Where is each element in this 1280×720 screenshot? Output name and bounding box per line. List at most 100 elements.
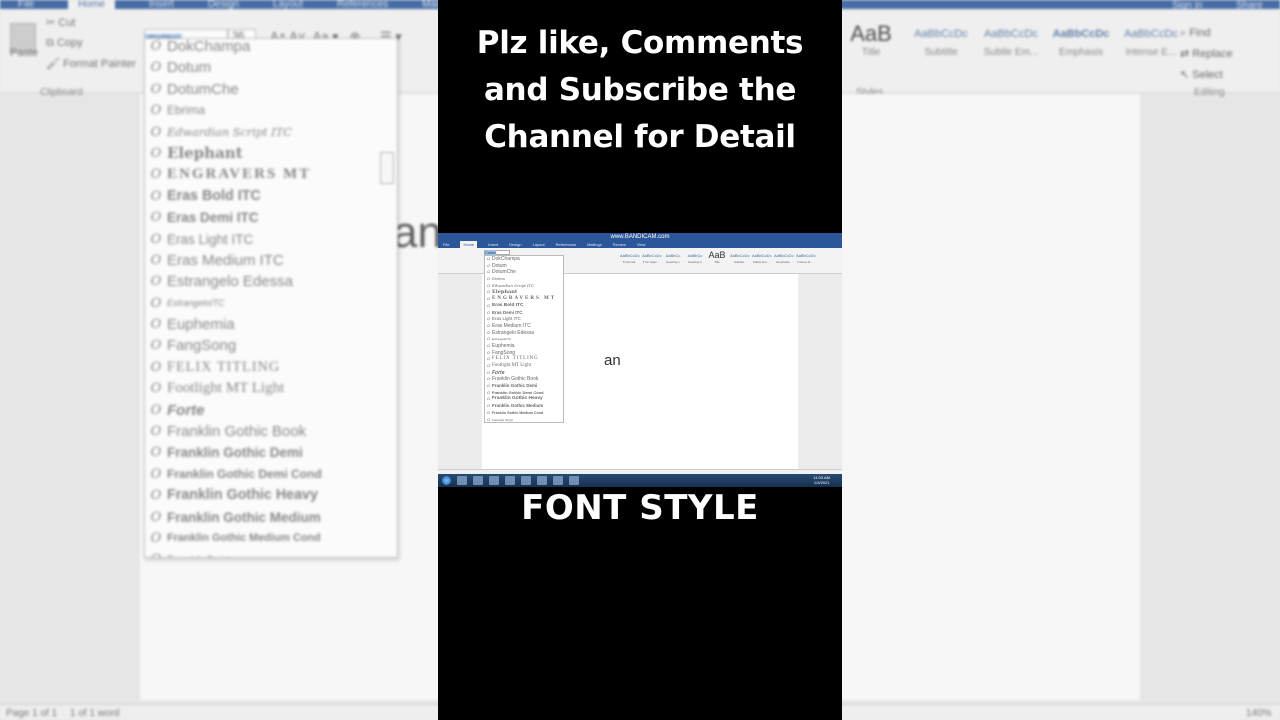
tab-design[interactable]: Design bbox=[208, 0, 239, 10]
share-button[interactable]: Share bbox=[1236, 0, 1263, 11]
mini-font-list-item[interactable]: O DotumChe bbox=[485, 269, 563, 276]
mini-tab-review[interactable]: Review bbox=[613, 241, 626, 248]
mini-style[interactable]: AaBbCc Heading 2 bbox=[686, 251, 704, 264]
font-list-item[interactable]: O Edwardian Script ITC bbox=[145, 122, 397, 143]
font-list-item[interactable]: O Eras Demi ITC bbox=[145, 207, 397, 228]
font-list-item[interactable]: O Eras Medium ITC bbox=[145, 250, 397, 271]
start-orb-icon[interactable] bbox=[442, 476, 451, 485]
font-list-item[interactable]: O Eras Light ITC bbox=[145, 229, 397, 250]
mini-tab-view[interactable]: View bbox=[637, 241, 646, 248]
font-list-item[interactable]: O FELIX TITLING bbox=[145, 357, 397, 378]
word-icon[interactable] bbox=[569, 476, 579, 485]
mini-style[interactable]: AaBbCcDc ¶ Normal bbox=[620, 251, 640, 264]
font-list-item[interactable]: O Ebrima bbox=[145, 100, 397, 121]
tab-insert[interactable]: Insert bbox=[149, 0, 174, 10]
select-button[interactable]: ↖ Select bbox=[1180, 65, 1233, 86]
sign-in-link[interactable]: Sign in bbox=[1172, 0, 1203, 11]
mini-style[interactable]: AaBbCcDc Subtle Em... bbox=[752, 251, 772, 264]
font-list-item[interactable]: O Franklin Gothic Demi bbox=[145, 442, 397, 463]
media-icon[interactable] bbox=[489, 476, 499, 485]
font-list-item[interactable]: O Elephant bbox=[145, 143, 397, 164]
font-list-item[interactable]: O Forte bbox=[145, 400, 397, 421]
mini-style[interactable]: AaBbCcDc ¶ No Spac... bbox=[642, 251, 662, 264]
app-icon[interactable] bbox=[521, 476, 531, 485]
app-icon[interactable] bbox=[553, 476, 563, 485]
mini-font-list-item[interactable]: O Freestyle Script bbox=[485, 417, 563, 423]
mini-font-list-item[interactable]: O Franklin Gothic Heavy bbox=[485, 396, 563, 403]
mini-font-list-item[interactable]: O Forte bbox=[485, 370, 563, 377]
font-list-item[interactable]: O DokChampa bbox=[145, 39, 397, 57]
style-subtitle[interactable]: AaBbCcDc Subtitle bbox=[912, 19, 970, 58]
style-intense-emphasis[interactable]: AaBbCcDc Intense E... bbox=[1122, 19, 1180, 58]
mini-style[interactable]: AaBbCcDc Subtitle bbox=[730, 251, 750, 264]
mini-font-list-item[interactable]: O Dotum bbox=[485, 263, 563, 270]
font-list-item[interactable]: O Footlight MT Light bbox=[145, 378, 397, 399]
mini-font-list-item[interactable]: O Franklin Gothic Book bbox=[485, 376, 563, 383]
font-list-item[interactable]: O Franklin Gothic Book bbox=[145, 421, 397, 442]
font-list-item[interactable]: O ENGRAVERS MT bbox=[145, 164, 397, 185]
tab-file[interactable]: File bbox=[18, 0, 34, 10]
mini-font-list-item[interactable]: O Franklin Gothic Medium Cond bbox=[485, 410, 563, 417]
mini-font-list-item[interactable]: O Edwardian Script ITC bbox=[485, 283, 563, 290]
format-painter-button[interactable]: 🖌 Format Painter bbox=[46, 57, 136, 70]
font-list-item[interactable]: O Franklin Gothic Heavy bbox=[145, 485, 397, 506]
font-list-item[interactable]: O EstrangeloITC bbox=[145, 293, 397, 314]
font-list-item[interactable]: O Estrangelo Edessa bbox=[145, 271, 397, 292]
find-button[interactable]: ⌕ Find bbox=[1180, 23, 1233, 44]
cut-button[interactable]: ✂ Cut bbox=[46, 16, 75, 29]
document-text[interactable]: an bbox=[393, 208, 442, 258]
ie-icon[interactable] bbox=[457, 476, 467, 485]
font-list-item[interactable]: O Franklin Gothic Medium Cond bbox=[145, 528, 397, 549]
font-list-item[interactable]: O DotumChe bbox=[145, 79, 397, 100]
font-list-item[interactable]: O Franklin Gothic Medium bbox=[145, 507, 397, 528]
font-dropdown[interactable]: O DokChampa O Dotum O DotumChe O Ebrima O Edwardi… bbox=[144, 38, 398, 558]
font-list-item[interactable]: O Franklin Gothic Demi Cond bbox=[145, 464, 397, 485]
style-subtle-emphasis[interactable]: AaBbCcDc Subtle Em... bbox=[982, 19, 1040, 58]
mini-tab-file[interactable]: File bbox=[443, 241, 449, 248]
mini-font-list-item[interactable]: O DokChampa bbox=[485, 256, 563, 263]
mini-tab-insert[interactable]: Insert bbox=[488, 241, 498, 248]
mini-tab-references[interactable]: References bbox=[556, 241, 576, 248]
mini-font-list-item[interactable]: O Elephant bbox=[485, 289, 563, 296]
mini-font-list-item[interactable]: O Eras Demi ITC bbox=[485, 310, 563, 317]
mini-font-list-item[interactable]: O Eras Medium ITC bbox=[485, 323, 563, 330]
tab-home[interactable]: Home bbox=[68, 0, 115, 10]
mini-tab-mailings[interactable]: Mailings bbox=[587, 241, 602, 248]
tab-layout[interactable]: Layout bbox=[273, 0, 303, 10]
font-list-item[interactable]: O Dotum bbox=[145, 57, 397, 78]
explorer-icon[interactable] bbox=[473, 476, 483, 485]
mini-font-list-item[interactable]: O Eras Light ITC bbox=[485, 316, 563, 323]
mini-font-dropdown[interactable]: O DokChampa O Dotum O DotumChe O Ebrima O Edwardi… bbox=[484, 255, 564, 423]
app-icon[interactable] bbox=[537, 476, 547, 485]
style-title[interactable]: AaB Title bbox=[842, 19, 900, 58]
zoom-level[interactable]: 140% bbox=[1246, 708, 1272, 719]
mini-font-list-item[interactable]: O Footlight MT Light bbox=[485, 363, 563, 370]
mini-font-list-item[interactable]: O ENGRAVERS MT bbox=[485, 296, 563, 303]
font-list-item[interactable]: O FangSong bbox=[145, 335, 397, 356]
mini-font-list-item[interactable]: O Franklin Gothic Medium bbox=[485, 403, 563, 410]
mini-style[interactable]: AaBbCcDc Emphasis bbox=[774, 251, 794, 264]
word-count[interactable]: 1 of 1 word bbox=[70, 708, 119, 719]
mini-style[interactable]: AaBbCcDc Intense E... bbox=[796, 251, 816, 264]
mini-font-list-item[interactable]: O FangSong bbox=[485, 350, 563, 357]
mini-font-list-item[interactable]: O Eras Bold ITC bbox=[485, 303, 563, 310]
mini-font-list-item[interactable]: O Estrangelo Edessa bbox=[485, 330, 563, 337]
font-list-item[interactable]: OFreestyle Script bbox=[145, 549, 397, 557]
mini-font-list-item[interactable]: O EstrangeloITC bbox=[485, 336, 563, 343]
page-count[interactable]: Page 1 of 1 bbox=[6, 708, 57, 719]
mini-tab-home[interactable]: Home bbox=[460, 241, 478, 248]
mini-tab-design[interactable]: Design bbox=[509, 241, 521, 248]
font-list-item[interactable]: O Eras Bold ITC bbox=[145, 186, 397, 207]
chrome-icon[interactable] bbox=[505, 476, 515, 485]
mini-style[interactable]: AaBbCc Heading 1 bbox=[664, 251, 682, 264]
dropdown-scrollbar-thumb[interactable] bbox=[380, 152, 394, 184]
replace-button[interactable]: ⇄ Replace bbox=[1180, 44, 1233, 65]
mini-tab-layout[interactable]: Layout bbox=[533, 241, 545, 248]
mini-font-list-item[interactable]: O Franklin Gothic Demi bbox=[485, 383, 563, 390]
paste-button[interactable]: Paste bbox=[10, 47, 38, 59]
style-emphasis[interactable]: AaBbCcDc Emphasis bbox=[1052, 19, 1110, 58]
mini-font-list-item[interactable]: O Euphemia bbox=[485, 343, 563, 350]
font-list-item[interactable]: O Euphemia bbox=[145, 314, 397, 335]
copy-button[interactable]: ⧉ Copy bbox=[46, 37, 83, 50]
mini-font-list-item[interactable]: O Ebrima bbox=[485, 276, 563, 283]
